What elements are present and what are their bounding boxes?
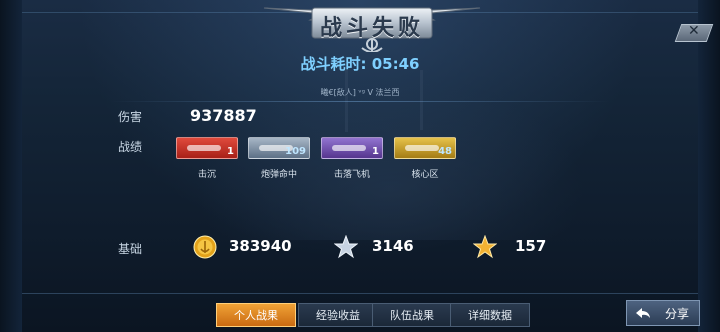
left-frame	[0, 0, 22, 332]
card-caption: 核心区	[411, 170, 439, 180]
tab-exp-gain[interactable]: 经验收益	[298, 303, 378, 327]
plane-down-icon	[332, 145, 366, 151]
card-shell-hit[interactable]: 109	[248, 137, 310, 159]
tab-detailed-data[interactable]: 详细数据	[450, 303, 530, 327]
tab-team-result[interactable]: 队伍战果	[372, 303, 452, 327]
sunk-ship-icon	[187, 145, 221, 151]
card-count: 48	[438, 146, 452, 157]
card-caption: 击沉	[197, 170, 216, 180]
damage-label: 伤害	[118, 110, 143, 124]
card-sunk[interactable]: 1	[176, 137, 238, 159]
card-count: 1	[372, 146, 379, 157]
card-count: 1	[227, 146, 234, 157]
card-caption: 炮弹命中	[260, 170, 297, 180]
gold-coin-icon	[193, 235, 217, 259]
defeat-emblem: 战斗失败	[262, 0, 482, 53]
record-label: 战绩	[118, 140, 143, 154]
silver-star-icon	[334, 235, 358, 259]
right-frame	[698, 0, 720, 332]
bottom-divider	[22, 293, 698, 294]
gold-value: 383940	[229, 237, 292, 255]
card-caption: 击落飞机	[333, 170, 370, 180]
tab-personal-result[interactable]: 个人战果	[216, 303, 296, 327]
core-zone-icon	[405, 145, 439, 151]
battle-duration: 战斗耗时: 05:46	[300, 55, 420, 73]
share-label: 分享	[664, 306, 689, 321]
damage-value: 937887	[190, 106, 257, 125]
divider	[110, 101, 610, 102]
share-arrow-icon	[636, 308, 650, 318]
share-button[interactable]: 分享	[626, 300, 700, 326]
mast-shadow	[420, 70, 423, 130]
close-icon[interactable]: ✕	[688, 23, 700, 39]
silver-star-value: 3146	[372, 237, 414, 255]
matchup-line: 曦€[敌人] ᵛᵍ V 法兰西	[320, 88, 400, 97]
card-count: 109	[285, 146, 306, 157]
gold-star-icon	[473, 235, 497, 259]
card-core-zone[interactable]: 48	[394, 137, 456, 159]
result-title: 战斗失败	[319, 16, 424, 41]
card-plane-down[interactable]: 1	[321, 137, 383, 159]
basic-label: 基础	[118, 242, 143, 256]
gold-star-value: 157	[515, 237, 547, 255]
